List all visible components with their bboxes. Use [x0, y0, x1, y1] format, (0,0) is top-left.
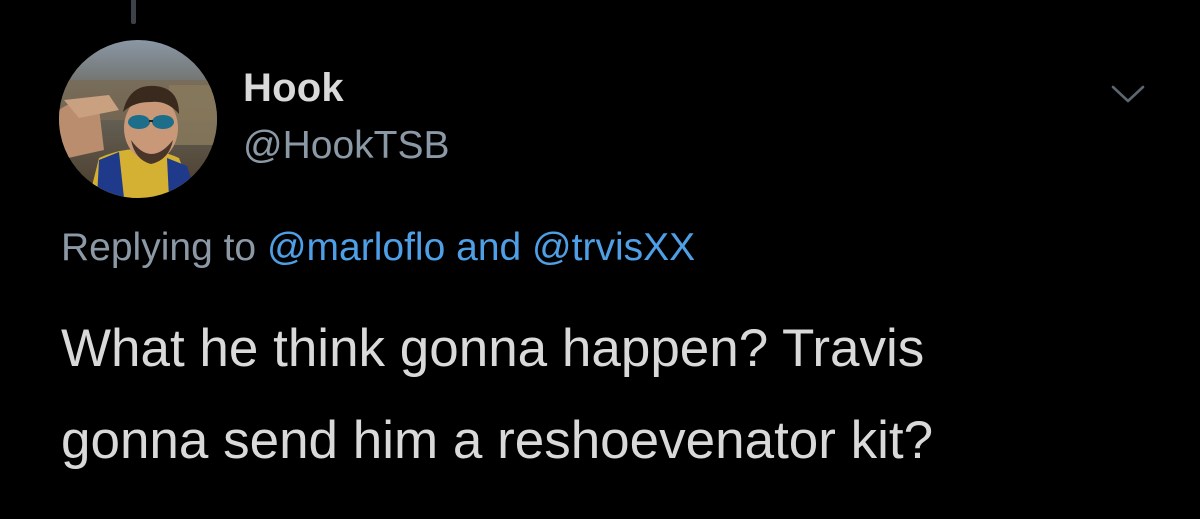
tweet-text-line: What he think gonna happen? Travis [61, 319, 925, 378]
thread-connector-line [131, 0, 136, 24]
tweet-text-line: gonna send him a reshoevenator kit? [61, 411, 934, 470]
replying-to-line: Replying to @marloflo and @trvisXX [61, 226, 695, 270]
tweet-text: What he think gonna happen? Travis gonna… [61, 303, 1171, 487]
mention-link-trvisxx[interactable]: @trvisXX [532, 226, 695, 269]
avatar-image [59, 40, 217, 198]
display-name[interactable]: Hook [243, 66, 344, 111]
replying-to-label: Replying to [61, 226, 257, 269]
mention-link-marloflo[interactable]: @marloflo [267, 226, 445, 269]
replying-to-conjunction: and [456, 226, 522, 269]
user-handle[interactable]: @HookTSB [243, 124, 449, 168]
chevron-down-icon[interactable] [1108, 80, 1148, 108]
avatar[interactable] [59, 40, 217, 198]
